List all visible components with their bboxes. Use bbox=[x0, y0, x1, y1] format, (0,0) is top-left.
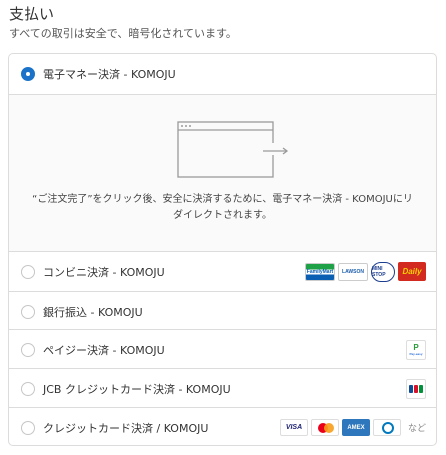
redirect-detail-panel: “ご注文完了”をクリック後、安全に決済するために、電子マネー決済 - KOMOJ… bbox=[9, 94, 436, 251]
payeasy-logo-text: Pay-easy bbox=[409, 352, 423, 356]
radio-emoney[interactable] bbox=[21, 67, 35, 81]
radio-bank-transfer[interactable] bbox=[21, 304, 35, 319]
diners-logo bbox=[372, 419, 401, 436]
payment-option-label: コンビニ決済 - KOMOJU bbox=[43, 265, 165, 279]
payment-option-konbini[interactable]: コンビニ決済 - KOMOJU FamilyMart LAWSON MINI S… bbox=[9, 251, 436, 291]
lawson-logo: LAWSON bbox=[338, 262, 368, 281]
payment-option-label: 銀行振込 - KOMOJU bbox=[43, 305, 143, 319]
payment-option-label: 電子マネー決済 - KOMOJU bbox=[43, 68, 176, 81]
page-title: 支払い bbox=[9, 5, 55, 23]
payment-option-label: クレジットカード決済 / KOMOJU bbox=[43, 421, 209, 435]
browser-redirect-icon bbox=[177, 121, 289, 178]
payeasy-logos: P Pay-easy bbox=[406, 330, 426, 369]
radio-payeasy[interactable] bbox=[21, 342, 35, 357]
payment-option-label: ペイジー決済 - KOMOJU bbox=[43, 343, 165, 357]
page-subtitle: すべての取引は安全で、暗号化されています。 bbox=[9, 27, 237, 40]
radio-credit-card[interactable] bbox=[21, 420, 35, 435]
jcb-logo bbox=[406, 378, 426, 399]
payment-methods-panel: 電子マネー決済 - KOMOJU “ご注文完了”をクリック後、安全に決済するため… bbox=[8, 53, 437, 446]
mastercard-logo bbox=[310, 419, 339, 436]
payment-option-jcb[interactable]: JCB クレジットカード決済 - KOMOJU bbox=[9, 368, 436, 408]
familymart-logo: FamilyMart bbox=[305, 262, 335, 281]
radio-konbini[interactable] bbox=[21, 264, 35, 279]
card-logos: VISA AMEX など bbox=[279, 408, 426, 445]
payment-option-credit-card[interactable]: クレジットカード決済 / KOMOJU VISA AMEX など bbox=[9, 407, 436, 445]
jcb-logos bbox=[406, 369, 426, 408]
daily-yamazaki-logo: Daily bbox=[398, 262, 426, 281]
redirect-notice-text: “ご注文完了”をクリック後、安全に決済するために、電子マネー決済 - KOMOJ… bbox=[32, 194, 413, 221]
payment-option-label: JCB クレジットカード決済 - KOMOJU bbox=[43, 382, 231, 396]
konbini-logos: FamilyMart LAWSON MINI STOP Daily bbox=[305, 252, 426, 291]
visa-logo: VISA bbox=[279, 419, 308, 436]
radio-jcb[interactable] bbox=[21, 381, 35, 396]
amex-logo: AMEX bbox=[341, 419, 370, 436]
payment-option-payeasy[interactable]: ペイジー決済 - KOMOJU P Pay-easy bbox=[9, 329, 436, 369]
ministop-logo: MINI STOP bbox=[371, 261, 395, 282]
payment-option-bank-transfer[interactable]: 銀行振込 - KOMOJU bbox=[9, 291, 436, 331]
payment-option-emoney[interactable]: 電子マネー決済 - KOMOJU bbox=[9, 54, 436, 94]
more-cards-label: など bbox=[407, 424, 426, 434]
payeasy-logo: P Pay-easy bbox=[406, 339, 426, 360]
